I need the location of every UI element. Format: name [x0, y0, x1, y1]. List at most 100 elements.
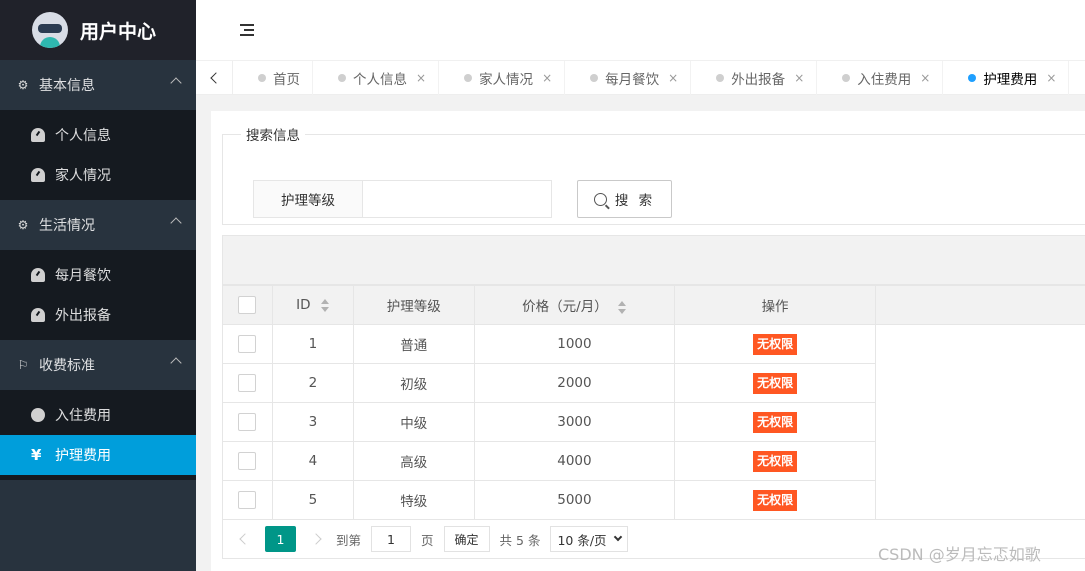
- column-header-label: ID: [296, 297, 311, 313]
- tab-family[interactable]: 家人情况 ×: [439, 61, 566, 95]
- sidebar-item-outing-report[interactable]: 外出报备: [0, 295, 196, 335]
- sidebar-group-basic-info[interactable]: ⚙ 基本信息: [0, 60, 196, 110]
- chevron-left-icon[interactable]: [239, 533, 251, 545]
- row-select-cell: [222, 441, 273, 481]
- tab-bar: 首页 个人信息 × 家人情况 × 每月餐饮 × 外出报备 × 入住费用 × 护理…: [196, 60, 1085, 95]
- sidebar-item-nursing-fee[interactable]: ¥ 护理费用: [0, 435, 196, 475]
- sidebar-group-fees[interactable]: ⚐ 收费标准: [0, 340, 196, 390]
- level-cell: 中级: [352, 402, 475, 442]
- circle-icon: [31, 408, 45, 422]
- row-checkbox[interactable]: [238, 335, 257, 353]
- row-select-cell: [222, 480, 273, 520]
- dot-icon: [258, 74, 266, 82]
- tab-checkin-fee[interactable]: 入住费用 ×: [817, 61, 944, 95]
- id-cell: 1: [271, 324, 354, 364]
- goto-page-input[interactable]: [371, 526, 412, 552]
- dot-icon: [716, 74, 725, 82]
- sort-icon[interactable]: [617, 300, 627, 314]
- filler-cell: [875, 441, 1085, 481]
- level-cell: 初级: [352, 363, 475, 403]
- chevron-down-icon: [613, 532, 622, 542]
- sort-icon[interactable]: [320, 298, 330, 312]
- level-cell: 特级: [352, 480, 475, 520]
- row-select-cell: [222, 324, 273, 364]
- table-header-row: ID 护理等级 价格（元/月） 操作: [222, 285, 1085, 325]
- action-cell: 无权限: [674, 402, 876, 442]
- search-fieldset: 搜索信息 护理等级 搜 索: [222, 124, 1085, 225]
- filler-cell: [875, 402, 1085, 442]
- table-toolbar: [222, 235, 1085, 285]
- price-cell: 2000: [473, 363, 676, 403]
- tab-label: 家人情况: [479, 72, 534, 88]
- close-icon[interactable]: ×: [668, 71, 678, 85]
- current-page-button[interactable]: 1: [265, 526, 296, 552]
- action-cell: 无权限: [674, 363, 876, 403]
- price-cell: 5000: [473, 480, 676, 520]
- goto-confirm-button[interactable]: 确定: [443, 526, 490, 552]
- sidebar-item-monthly-meals[interactable]: 每月餐饮: [0, 255, 196, 295]
- sidebar-group-body: 每月餐饮 外出报备: [0, 250, 196, 340]
- close-icon[interactable]: ×: [794, 71, 804, 85]
- level-cell: 普通: [352, 324, 475, 364]
- no-permission-badge[interactable]: 无权限: [753, 489, 798, 511]
- chevron-up-icon: [170, 357, 182, 369]
- id-cell: 3: [271, 402, 354, 442]
- no-permission-badge[interactable]: 无权限: [753, 372, 798, 394]
- tab-scroll-left-button[interactable]: [196, 61, 233, 95]
- sidebar-item-family[interactable]: 家人情况: [0, 155, 196, 195]
- chevron-up-icon: [170, 217, 182, 229]
- no-permission-badge[interactable]: 无权限: [753, 411, 798, 433]
- sidebar-item-label: 入住费用: [55, 408, 111, 424]
- dot-icon: [842, 74, 851, 82]
- chevron-left-icon: [210, 72, 222, 84]
- row-checkbox[interactable]: [238, 491, 257, 509]
- menu-toggle-icon[interactable]: [240, 24, 254, 36]
- close-icon[interactable]: ×: [542, 71, 552, 85]
- dot-icon: [338, 74, 346, 82]
- no-permission-badge[interactable]: 无权限: [753, 333, 798, 355]
- sidebar-group-label: 收费标准: [39, 358, 95, 374]
- search-legend: 搜索信息: [246, 128, 300, 144]
- sidebar-item-personal-info[interactable]: 个人信息: [0, 115, 196, 155]
- tab-monthly-meals[interactable]: 每月餐饮 ×: [565, 61, 692, 95]
- tab-personal-info[interactable]: 个人信息 ×: [313, 61, 440, 95]
- select-all-checkbox[interactable]: [238, 296, 257, 314]
- sidebar-item-label: 外出报备: [55, 308, 111, 324]
- tab-label: 外出报备: [731, 72, 786, 88]
- column-header-price[interactable]: 价格（元/月）: [473, 285, 676, 325]
- total-count: 共 5 条: [499, 532, 541, 548]
- sidebar-group-life[interactable]: ⚙ 生活情况: [0, 200, 196, 250]
- column-header-filler: [874, 285, 1085, 325]
- row-checkbox[interactable]: [238, 452, 257, 470]
- table-row: 4 高级 4000 无权限: [222, 441, 1085, 481]
- sidebar-group-body: 入住费用 ¥ 护理费用: [0, 390, 196, 480]
- dashboard-icon: [31, 128, 45, 142]
- dot-icon: [590, 74, 599, 82]
- sidebar-group-label: 生活情况: [39, 218, 95, 234]
- chevron-right-icon[interactable]: [310, 533, 322, 545]
- search-button[interactable]: 搜 索: [577, 180, 672, 218]
- page-size-select[interactable]: 10 条/页: [550, 526, 628, 552]
- no-permission-badge[interactable]: 无权限: [753, 450, 798, 472]
- tab-nursing-fee[interactable]: 护理费用 ×: [943, 61, 1070, 95]
- close-icon[interactable]: ×: [416, 71, 426, 85]
- nursing-level-input[interactable]: [362, 180, 552, 218]
- level-cell: 高级: [352, 441, 475, 481]
- column-header-action: 操作: [674, 285, 876, 325]
- row-checkbox[interactable]: [238, 374, 257, 392]
- table-row: 3 中级 3000 无权限: [222, 402, 1085, 442]
- close-icon[interactable]: ×: [1046, 71, 1056, 85]
- close-icon[interactable]: ×: [920, 71, 930, 85]
- dashboard-icon: [31, 168, 45, 182]
- row-checkbox[interactable]: [238, 413, 257, 431]
- tab-outing-report[interactable]: 外出报备 ×: [691, 61, 818, 95]
- table-row: 5 特级 5000 无权限: [222, 480, 1085, 520]
- sidebar-item-checkin-fee[interactable]: 入住费用: [0, 395, 196, 435]
- logo: 用户中心: [0, 0, 196, 60]
- watermark: CSDN @岁月忘忑如歌: [878, 545, 1041, 564]
- tab-home[interactable]: 首页: [233, 61, 313, 95]
- column-header-id[interactable]: ID: [271, 285, 354, 325]
- row-select-cell: [222, 402, 273, 442]
- sidebar-item-label: 家人情况: [55, 168, 111, 184]
- dashboard-icon: [31, 268, 45, 282]
